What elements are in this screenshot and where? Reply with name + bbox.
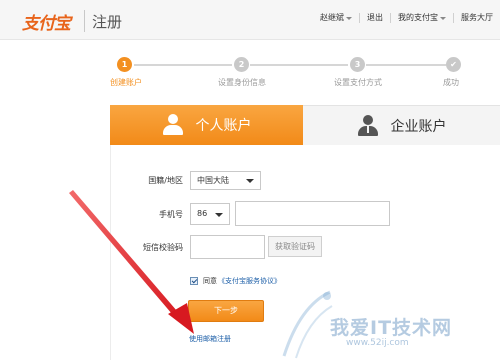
chevron-down-icon: [440, 16, 446, 20]
step-3-label: 设置支付方式: [334, 78, 382, 87]
tab-personal-label: 个人账户: [195, 118, 252, 134]
country-code-select[interactable]: 86: [190, 203, 230, 225]
watermark-text: 我爱IT技术网: [330, 317, 453, 339]
step-success-label: 成功: [443, 78, 459, 87]
service-agreement-link[interactable]: 《支付宝服务协议》: [218, 276, 281, 286]
site-header: 支付宝 注册 赵继斌 退出 我的支付宝 服务大厅: [0, 0, 500, 40]
sms-code-label: 短信校验码: [143, 243, 183, 252]
step-1-dot: 1: [117, 57, 132, 72]
agree-checkbox[interactable]: [190, 277, 198, 285]
logo-divider: [84, 10, 85, 32]
nav-user-label: 赵继斌: [320, 13, 344, 22]
region-select-value: 中国大陆: [197, 176, 229, 185]
phone-label: 手机号: [159, 210, 183, 219]
registration-progress: 1 2 3 ✔ 创建账户 设置身份信息 设置支付方式 成功: [100, 56, 500, 96]
region-select[interactable]: 中国大陆: [190, 171, 261, 190]
chevron-down-icon: [215, 213, 223, 217]
phone-input[interactable]: [235, 201, 390, 226]
step-3-dot: 3: [350, 57, 365, 72]
person-icon: [162, 114, 184, 136]
sms-code-input[interactable]: [190, 235, 265, 259]
region-label: 国籍/地区: [148, 176, 183, 185]
nav-my-alipay-menu[interactable]: 我的支付宝: [390, 13, 453, 23]
step-2-dot: 2: [234, 57, 249, 72]
nav-logout-link[interactable]: 退出: [359, 13, 390, 23]
tab-business-label: 企业账户: [390, 118, 447, 135]
nav-my-alipay-label: 我的支付宝: [398, 13, 438, 22]
agree-text: 同意: [203, 277, 217, 285]
chevron-down-icon: [246, 179, 254, 183]
step-1-label: 创建账户: [110, 78, 142, 87]
watermark-url: www.52ij.com: [346, 338, 409, 348]
progress-line: [366, 64, 446, 66]
chevron-down-icon: [346, 16, 352, 20]
next-step-button[interactable]: 下一步: [188, 300, 264, 322]
get-code-button[interactable]: 获取验证码: [268, 236, 322, 257]
step-success-dot: ✔: [446, 57, 461, 72]
tab-personal-account[interactable]: 个人账户: [110, 105, 303, 151]
nav-service-hall-label: 服务大厅: [461, 13, 493, 22]
page-title: 注册: [92, 13, 123, 31]
nav-user-menu[interactable]: 赵继斌: [313, 13, 359, 23]
register-with-email-link[interactable]: 使用邮箱注册: [189, 334, 231, 344]
business-person-icon: [357, 114, 379, 137]
alipay-logo[interactable]: 支付宝: [22, 9, 71, 34]
country-code-value: 86: [197, 209, 208, 218]
top-nav: 赵继斌 退出 我的支付宝 服务大厅: [313, 13, 500, 23]
nav-service-hall-link[interactable]: 服务大厅: [453, 13, 500, 23]
step-2-label: 设置身份信息: [218, 78, 266, 87]
progress-line: [134, 64, 232, 66]
tab-business-account[interactable]: 企业账户: [303, 105, 500, 145]
agreement-row: 同意 《支付宝服务协议》: [190, 276, 281, 286]
progress-line: [250, 64, 348, 66]
nav-logout-label: 退出: [367, 13, 383, 22]
